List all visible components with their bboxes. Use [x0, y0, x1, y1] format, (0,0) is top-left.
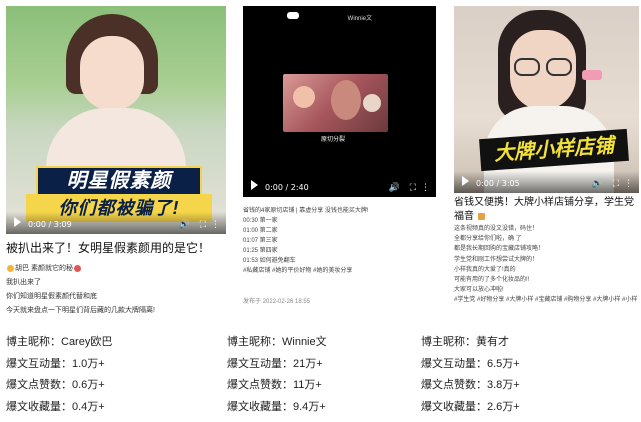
video-caption: 原切分裂	[321, 137, 346, 143]
stat-favorites: 爆文收藏量：2.6万+	[421, 400, 520, 413]
post-line: 01:25 第四家	[243, 248, 278, 254]
post-line: 小样我真的大爱了!真的	[454, 266, 516, 273]
post-date: 发布于 2022-02-26 18:55	[243, 299, 311, 305]
more-icon[interactable]: ⋮	[211, 219, 220, 230]
post-line: 全都分享给你们啦，确 了	[454, 236, 522, 243]
post-line: 学生党和刚工作想尝试大牌的！	[454, 256, 539, 263]
post-line: 01:00 第二家	[243, 228, 278, 234]
post-title: 省钱又便携！大牌小样店铺分享，学生党福音	[454, 197, 634, 222]
video-watermark: Winnie文	[347, 16, 372, 22]
stat-likes: 爆文点赞数：11万+	[227, 379, 322, 391]
blogger-stats-3: 博主昵称：黄有才 爆文互动量：6.5万+ 爆文点赞数：3.8万+ 爆文收藏量：2…	[421, 332, 520, 418]
post-body: 胡巴 素颜就它的秘 我扒出来了 你们知道明星假素颜代替和底 今天就来盘点一下明星…	[6, 262, 230, 318]
volume-icon[interactable]: 🔊	[389, 182, 400, 193]
logo-badge	[287, 12, 299, 19]
stat-name: 博主昵称：黄有才	[421, 336, 509, 348]
post-line: 都是我长期回购的宝藏店铺攻略！	[454, 246, 545, 253]
sticker-icon	[582, 70, 602, 80]
stat-interactions: 爆文互动量：1.0万+	[6, 357, 105, 370]
stat-name: 博主昵称：Carey欧巴	[6, 336, 113, 348]
stat-likes: 爆文点赞数：0.6万+	[6, 379, 105, 391]
post-line: 你们知道明星假素颜代替和底	[6, 293, 97, 300]
post-line: 可能有用的了多个化妆品的!!	[454, 277, 530, 284]
video-time: 0:00 / 3:09	[28, 220, 72, 229]
post-card-1: 明星假素颜 你们都被骗了! 0:00 / 3:09 🔊 ⛶ ⋮ 被扒出来了！女明…	[0, 0, 232, 322]
post-body: 这条视频真的没文没错，码住！ 全都分享给你们啦，确 了 都是我长期回购的宝藏店铺…	[454, 224, 639, 306]
fullscreen-icon[interactable]: ⛶	[613, 178, 619, 189]
play-icon[interactable]	[251, 180, 258, 190]
blogger-stats-1: 博主昵称：Carey欧巴 爆文互动量：1.0万+ 爆文点赞数：0.6万+ 爆文收…	[6, 332, 112, 418]
stat-favorites: 爆文收藏量：9.4万+	[227, 400, 326, 413]
video-controls: 0:00 / 3:05 🔊 ⛶ ⋮	[454, 171, 639, 193]
video-player[interactable]: 明星假素颜 你们都被骗了! 0:00 / 3:09 🔊 ⛶ ⋮	[6, 6, 226, 234]
stat-interactions: 爆文互动量：21万+	[227, 357, 323, 370]
stat-likes: 爆文点赞数：3.8万+	[421, 379, 520, 391]
blogger-stats-2: 博主昵称：Winnie文 爆文互动量：21万+ 爆文点赞数：11万+ 爆文收藏量…	[227, 332, 327, 418]
post-line: 这条视频真的没文没错，码住！	[454, 226, 539, 232]
post-card-2: Winnie文 原切分裂 0:00 / 2:40 🔊 ⛶ ⋮ 省钱的4家原切店铺…	[240, 0, 440, 322]
post-line: 今天就来盘点一下明星们背后藏的几款大牌隔离!	[6, 307, 155, 314]
more-icon[interactable]: ⋮	[624, 178, 633, 189]
post-line: 00:30 第一家	[243, 218, 278, 224]
video-player[interactable]: Winnie文 原切分裂 0:00 / 2:40 🔊 ⛶ ⋮	[243, 6, 436, 197]
post-line: #私藏店铺 #她的平价好物 #她的美妆分享	[243, 268, 353, 274]
video-time: 0:00 / 2:40	[265, 183, 309, 192]
video-thumbnail: 明星假素颜 你们都被骗了!	[6, 6, 226, 234]
post-line: 01:53 如何避免翻车	[243, 258, 296, 264]
more-icon[interactable]: ⋮	[421, 182, 430, 193]
play-icon[interactable]	[462, 176, 469, 186]
post-line: #学生党 #好物分享 #大牌小样 #宝藏店铺 #购物分享 #大牌小样 #小样	[454, 297, 638, 304]
video-thumbnail: 大牌小样店铺	[454, 6, 639, 193]
video-controls: 0:00 / 2:40 🔊 ⛶ ⋮	[243, 175, 436, 197]
post-body: 省钱的4家原切店铺 | 靠虚分享 没钱也能买大牌! 00:30 第一家 01:0…	[243, 206, 438, 276]
stat-favorites: 爆文收藏量：0.4万+	[6, 400, 105, 413]
fullscreen-icon[interactable]: ⛶	[200, 219, 206, 230]
post-line: 我扒出来了	[6, 279, 41, 286]
video-banner-top: 明星假素颜	[36, 166, 202, 196]
play-icon[interactable]	[14, 217, 21, 227]
video-player[interactable]: 大牌小样店铺 0:00 / 3:05 🔊 ⛶ ⋮	[454, 6, 639, 193]
post-line: 01:07 第三家	[243, 238, 278, 244]
video-time: 0:00 / 3:05	[476, 179, 520, 188]
video-controls: 0:00 / 3:09 🔊 ⛶ ⋮	[6, 212, 226, 234]
post-line: 大家可以放心冲啦!	[454, 287, 504, 294]
volume-icon[interactable]: 🔊	[592, 178, 603, 189]
fullscreen-icon[interactable]: ⛶	[410, 182, 416, 193]
stat-interactions: 爆文互动量：6.5万+	[421, 357, 520, 370]
volume-icon[interactable]: 🔊	[179, 219, 190, 230]
post-title: 被扒出来了！女明星假素颜用的是它！	[6, 241, 211, 255]
video-thumbnail	[283, 74, 388, 132]
post-card-3: 大牌小样店铺 0:00 / 3:05 🔊 ⛶ ⋮ 省钱又便携！大牌小样店铺分享，…	[449, 0, 641, 322]
stat-name: 博主昵称：Winnie文	[227, 336, 327, 348]
post-line: 省钱的4家原切店铺 | 靠虚分享 没钱也能买大牌!	[243, 208, 369, 214]
post-line: 胡巴 素颜就它的秘	[6, 262, 230, 276]
